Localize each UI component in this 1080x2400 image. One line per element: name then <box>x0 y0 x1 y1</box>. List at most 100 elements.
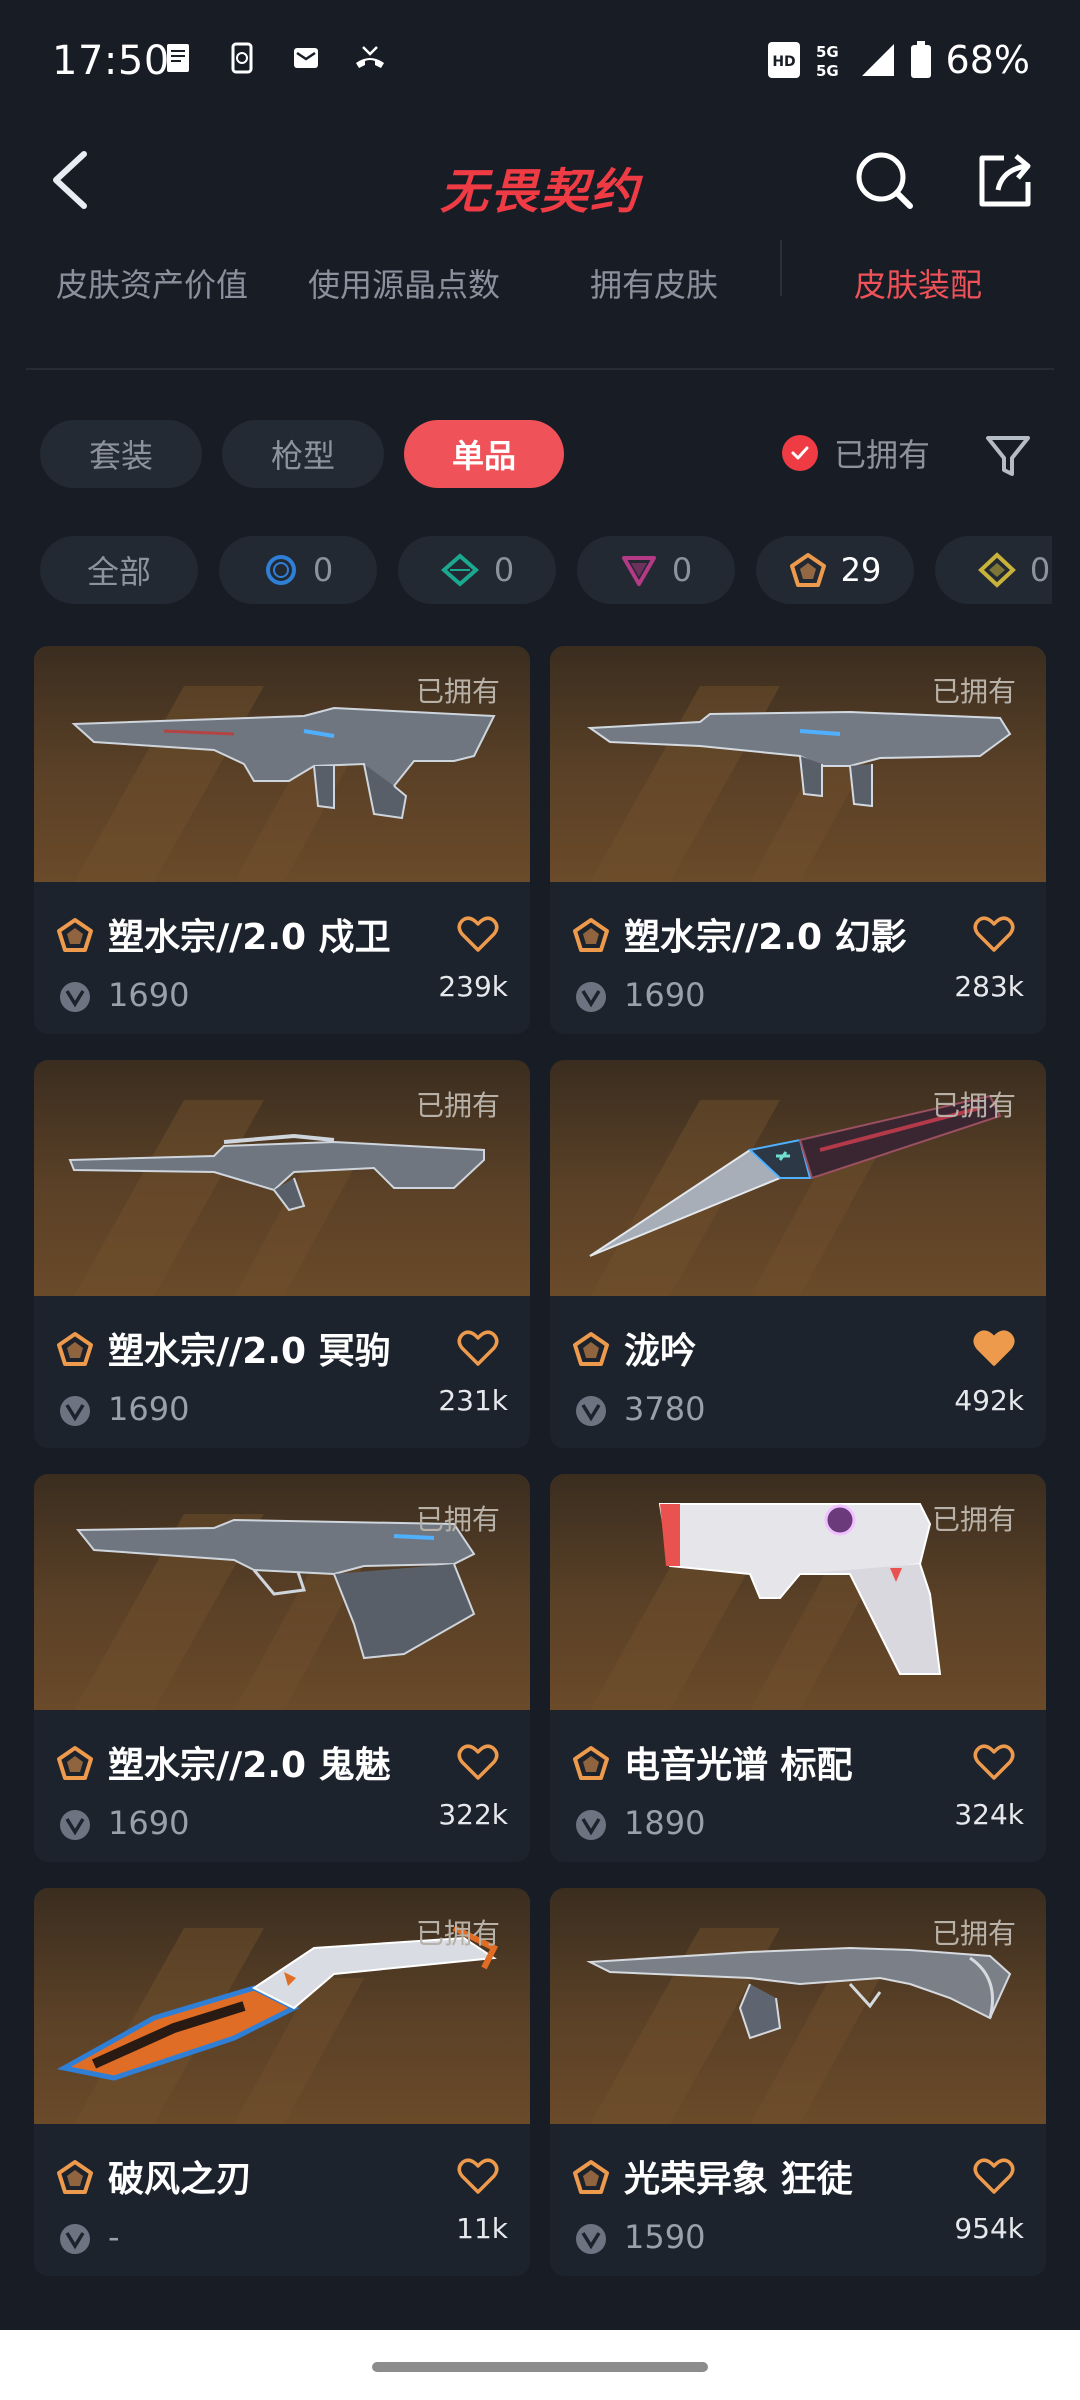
skin-name: 塑水宗//2.0 鬼魅 <box>108 1745 391 1786</box>
owned-tag: 已拥有 <box>415 1089 500 1122</box>
heart-outline-icon[interactable] <box>972 1740 1016 1784</box>
skin-preview: 已拥有 <box>34 1060 530 1296</box>
valorant-points-icon <box>60 1396 90 1426</box>
exclusive-tier-icon <box>573 2160 609 2194</box>
heart-outline-icon[interactable] <box>456 1740 500 1784</box>
skin-card[interactable]: 已拥有 塑水宗//2.0 鬼魅 1690 322k <box>34 1474 530 1862</box>
share-button[interactable] <box>970 146 1040 216</box>
skin-card[interactable]: 已拥有 塑水宗//2.0 冥驹 1690 231k <box>34 1060 530 1448</box>
like-count: 283k <box>954 970 1024 1003</box>
valorant-points-icon <box>576 1810 606 1840</box>
like-count: 231k <box>438 1384 508 1417</box>
exclusive-tier-icon <box>57 1746 93 1780</box>
like-count: 324k <box>954 1798 1024 1831</box>
valorant-points-icon <box>60 1810 90 1840</box>
system-indicators: HD 5G 5G 68% <box>766 38 1030 82</box>
category-tabs: 皮肤资产价值 使用源晶点数 拥有皮肤 皮肤装配 <box>0 250 1080 330</box>
like-count: 954k <box>954 2212 1024 2245</box>
svg-text:5G: 5G <box>816 62 839 80</box>
owned-tag: 已拥有 <box>415 1917 500 1950</box>
valorant-points-icon <box>576 1396 606 1426</box>
owned-tag: 已拥有 <box>931 675 1016 708</box>
tier-filter-select[interactable]: 0 <box>219 536 377 604</box>
premium-tier-icon <box>621 556 656 586</box>
tier-count-ultra: 0 <box>1029 551 1051 589</box>
skin-info: 塑水宗//2.0 戍卫 1690 239k <box>34 882 530 1034</box>
heart-filled-icon[interactable] <box>972 1326 1016 1370</box>
tier-filter-exclusive[interactable]: 29 <box>756 536 914 604</box>
skin-preview: 已拥有 <box>34 646 530 882</box>
hd-icon: HD <box>767 42 800 78</box>
owned-filter-toggle[interactable]: 已拥有 <box>782 430 930 476</box>
exclusive-tier-icon <box>57 1332 93 1366</box>
like-count: 11k <box>456 2212 508 2245</box>
tab-skin-asset-value[interactable]: 皮肤资产价值 <box>56 260 248 306</box>
heart-outline-icon[interactable] <box>456 1326 500 1370</box>
owned-tag: 已拥有 <box>931 1917 1016 1950</box>
skin-card[interactable]: 已拥有 泷吟 3780 492k <box>550 1060 1046 1448</box>
owned-tag: 已拥有 <box>931 1503 1016 1536</box>
owned-tag: 已拥有 <box>415 1503 500 1536</box>
owned-filter-label: 已拥有 <box>834 436 931 474</box>
valorant-points-icon <box>576 2224 606 2254</box>
app-header: 无畏契约 <box>0 130 1080 240</box>
home-gesture-handle[interactable] <box>372 2362 708 2372</box>
deluxe-tier-icon <box>440 553 479 587</box>
tier-filter-premium[interactable]: 0 <box>577 536 735 604</box>
valorant-points-icon <box>60 982 90 1012</box>
tier-count-premium: 0 <box>671 551 693 589</box>
notification-icons <box>160 40 388 76</box>
status-time: 17:50 <box>52 38 170 84</box>
ultra-tier-icon <box>977 552 1016 588</box>
tier-count-exclusive: 29 <box>840 551 882 589</box>
heart-outline-icon[interactable] <box>456 2154 500 2198</box>
skin-info: 泷吟 3780 492k <box>550 1296 1046 1448</box>
battery-percent: 68% <box>945 38 1030 82</box>
exclusive-tier-icon <box>573 1746 609 1780</box>
search-button[interactable] <box>850 146 920 216</box>
skin-price: - <box>108 2218 120 2256</box>
exclusive-tier-icon <box>573 1332 609 1366</box>
heart-outline-icon[interactable] <box>972 912 1016 956</box>
skin-card[interactable]: 已拥有 塑水宗//2.0 幻影 1690 283k <box>550 646 1046 1034</box>
filter-bundle[interactable]: 套装 <box>40 420 202 488</box>
exclusive-tier-icon <box>57 918 93 952</box>
valorant-points-icon <box>576 982 606 1012</box>
skin-card[interactable]: 已拥有 塑水宗//2.0 戍卫 1690 239k <box>34 646 530 1034</box>
skin-card[interactable]: 已拥有 电音光谱 标配 1890 324k <box>550 1474 1046 1862</box>
tab-radianite-points[interactable]: 使用源晶点数 <box>308 260 500 306</box>
heart-outline-icon[interactable] <box>972 2154 1016 2198</box>
select-tier-icon <box>265 555 296 585</box>
like-count: 239k <box>438 970 508 1003</box>
svg-text:HD: HD <box>772 54 795 70</box>
skin-preview: 已拥有 <box>550 1474 1046 1710</box>
system-nav-bar <box>0 2330 1080 2400</box>
skin-name: 塑水宗//2.0 戍卫 <box>108 917 391 958</box>
exclusive-tier-icon <box>57 2160 93 2194</box>
tier-filter-all[interactable]: 全部 <box>40 536 198 604</box>
skin-price: 1690 <box>108 1804 190 1842</box>
heart-outline-icon[interactable] <box>456 912 500 956</box>
skin-info: 塑水宗//2.0 鬼魅 1690 322k <box>34 1710 530 1862</box>
filter-weapon-type[interactable]: 枪型 <box>222 420 384 488</box>
skin-name: 电音光谱 标配 <box>624 1745 853 1786</box>
skin-card[interactable]: 已拥有 破风之刃 - 11k <box>34 1888 530 2276</box>
filter-button[interactable] <box>980 428 1036 484</box>
exclusive-tier-icon <box>789 553 826 587</box>
skin-card[interactable]: 已拥有 光荣异象 狂徒 1590 954k <box>550 1888 1046 2276</box>
filter-single-item[interactable]: 单品 <box>404 420 564 488</box>
skin-name: 塑水宗//2.0 冥驹 <box>108 1331 391 1372</box>
exclusive-tier-icon <box>573 918 609 952</box>
tier-filter-ultra[interactable]: 0 <box>935 536 1052 604</box>
like-count: 322k <box>438 1798 508 1831</box>
skin-preview: 已拥有 <box>550 1888 1046 2124</box>
skin-info: 破风之刃 - 11k <box>34 2124 530 2276</box>
battery-icon <box>910 41 931 78</box>
skin-price: 1690 <box>624 976 706 1014</box>
tier-count-select: 0 <box>312 551 334 589</box>
tier-filter-deluxe[interactable]: 0 <box>398 536 556 604</box>
share-icon <box>979 154 1031 207</box>
tab-owned-skins[interactable]: 拥有皮肤 <box>590 260 718 306</box>
skin-preview: 已拥有 <box>550 646 1046 882</box>
tab-skin-loadout[interactable]: 皮肤装配 <box>854 260 982 306</box>
